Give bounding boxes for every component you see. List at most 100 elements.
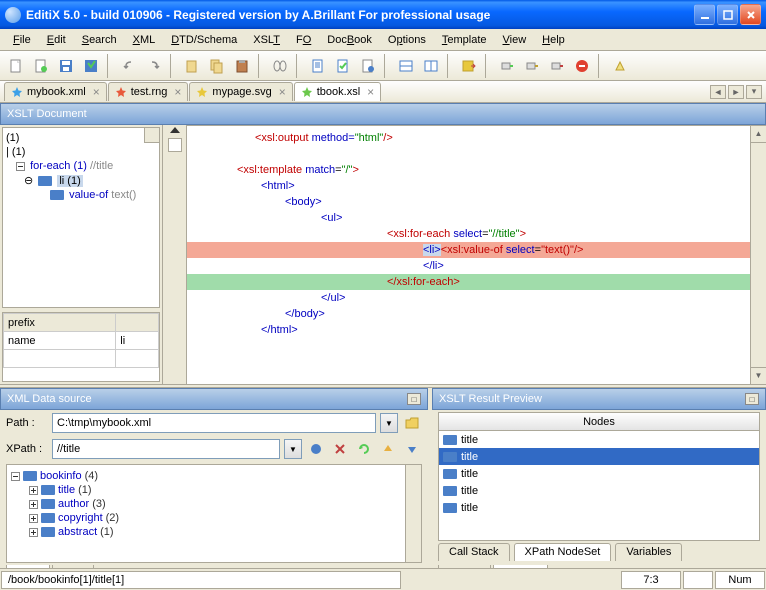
editor-gutter[interactable] [163,125,187,384]
run-button[interactable] [457,54,481,78]
validate-button[interactable] [306,54,330,78]
close-icon[interactable]: × [279,85,286,99]
menu-view[interactable]: View [496,32,534,48]
save-all-button[interactable] [79,54,103,78]
tree-node[interactable]: title (1) [11,483,417,497]
new-button[interactable] [4,54,28,78]
tree-node[interactable]: for-each (1) //title [6,159,156,173]
node-row[interactable]: title [439,448,759,465]
toolbar [0,51,766,81]
node-row[interactable]: title [439,482,759,499]
ds-tree[interactable]: bookinfo (4) title (1) author (3) copyri… [6,464,422,563]
status-path: /book/bookinfo[1]/title[1] [1,571,401,589]
maximize-icon[interactable]: □ [745,393,759,405]
menu-fo[interactable]: FO [289,32,318,48]
copy-button[interactable] [205,54,229,78]
result-preview-panel: XSLT Result Preview□ Nodes title title t… [432,388,766,585]
undo-button[interactable] [117,54,141,78]
tab-nav: ◄ ► ▾ [710,85,762,99]
close-icon[interactable]: × [93,85,100,99]
close-icon[interactable]: × [174,85,181,99]
cut-button[interactable] [180,54,204,78]
tree-node[interactable]: ⊖ li (1) [6,173,156,188]
node-row[interactable]: title [439,465,759,482]
app-icon [5,7,21,23]
path-dropdown[interactable]: ▼ [380,413,398,433]
tree-node[interactable]: abstract (1) [11,525,417,539]
save-button[interactable] [54,54,78,78]
menu-options[interactable]: Options [381,32,433,48]
xpath-clear-button[interactable] [330,439,350,459]
menu-search[interactable]: Search [75,32,124,48]
browse-button[interactable] [402,413,422,433]
maximize-button[interactable] [717,4,738,25]
tab-mypage[interactable]: mypage.svg× [189,82,292,101]
check-button[interactable] [331,54,355,78]
close-button[interactable] [740,4,761,25]
maximize-icon[interactable]: □ [407,393,421,405]
refresh-button[interactable] [354,439,374,459]
node-row[interactable]: title [439,431,759,448]
up-button[interactable] [378,439,398,459]
menu-xml[interactable]: XML [126,32,163,48]
paste-button[interactable] [230,54,254,78]
window-title: EditiX 5.0 - build 010906 - Registered v… [26,8,694,22]
editor-scrollbar[interactable] [750,126,766,384]
prev-tab-button[interactable]: ◄ [710,85,726,99]
node-row[interactable]: title [439,499,759,516]
menu-file[interactable]: File [6,32,38,48]
tab-test[interactable]: test.rng× [108,82,189,101]
tab-variables[interactable]: Variables [615,543,682,561]
status-cursor: 7:3 [621,571,681,589]
attributes-table[interactable]: prefix nameli [2,312,160,382]
nodes-header: Nodes [439,413,759,431]
bottom-panels: XML Data source□ Path : C:\tmp\mybook.xm… [0,388,766,585]
open-button[interactable] [29,54,53,78]
outline-panel: (1) | (1) for-each (1) //title ⊖ li (1) … [0,125,163,384]
menu-help[interactable]: Help [535,32,572,48]
nodes-list[interactable]: Nodes title title title title title [438,412,760,541]
xpath-input[interactable]: //title [52,439,280,459]
split-v-button[interactable] [419,54,443,78]
tab-mybook[interactable]: mybook.xml× [4,82,107,101]
scrollbar[interactable] [405,465,421,562]
transform-button[interactable] [356,54,380,78]
down-button[interactable] [402,439,422,459]
path-input[interactable]: C:\tmp\mybook.xml [52,413,376,433]
debug-out-button[interactable] [545,54,569,78]
menu-docbook[interactable]: DocBook [320,32,379,48]
find-button[interactable] [268,54,292,78]
menu-template[interactable]: Template [435,32,494,48]
tree-node[interactable]: value-of text() [6,188,156,202]
help-button[interactable] [608,54,632,78]
tree-node[interactable]: author (3) [11,497,417,511]
result-tabs-upper: Call Stack XPath NodeSet Variables [432,543,766,561]
xpath-dropdown[interactable]: ▼ [284,439,302,459]
code-editor[interactable]: <xsl:output method="html"/> <xsl:templat… [187,125,766,384]
close-icon[interactable]: × [367,85,374,99]
tree-node[interactable]: bookinfo (4) [11,469,417,483]
menu-edit[interactable]: Edit [40,32,73,48]
menu-dtd[interactable]: DTD/Schema [164,32,244,48]
tab-callstack[interactable]: Call Stack [438,543,510,561]
redo-button[interactable] [142,54,166,78]
minimize-button[interactable] [694,4,715,25]
tab-list-button[interactable]: ▾ [746,85,762,99]
xpath-run-button[interactable] [306,439,326,459]
tree-node[interactable]: | (1) [6,145,156,159]
split-h-button[interactable] [394,54,418,78]
tree-node[interactable]: copyright (2) [11,511,417,525]
main-content: (1) | (1) for-each (1) //title ⊖ li (1) … [0,125,766,384]
tab-xpath-nodeset[interactable]: XPath NodeSet [514,543,612,561]
stop-button[interactable] [570,54,594,78]
outline-tree[interactable]: (1) | (1) for-each (1) //title ⊖ li (1) … [2,127,160,308]
tree-node[interactable]: (1) [6,131,156,145]
path-label: Path : [6,417,48,429]
tab-tbook[interactable]: tbook.xsl× [294,82,381,101]
result-header: XSLT Result Preview□ [432,388,766,410]
menu-xslt[interactable]: XSLT [246,32,287,48]
next-tab-button[interactable]: ► [728,85,744,99]
xml-ds-header: XML Data source□ [0,388,428,410]
debug-into-button[interactable] [520,54,544,78]
debug-step-button[interactable] [495,54,519,78]
